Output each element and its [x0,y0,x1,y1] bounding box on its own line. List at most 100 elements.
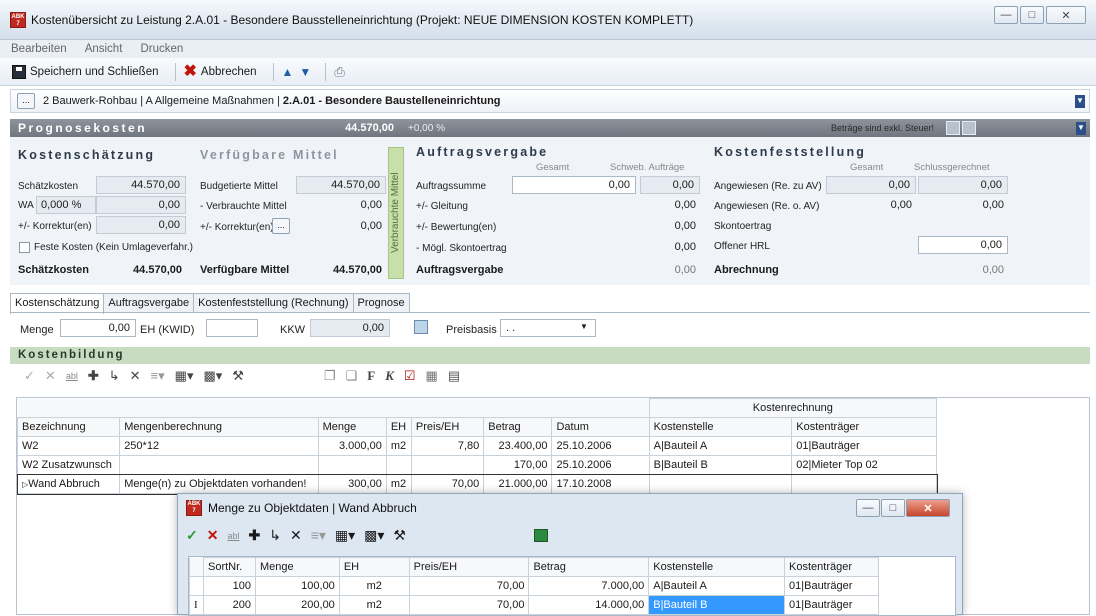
bold-f-icon[interactable]: F [367,368,375,384]
arrow-down-icon[interactable]: ▼ [299,65,311,79]
delete-icon[interactable]: ✕ [290,527,302,544]
col-menge[interactable]: Menge [317,417,387,437]
insert-icon[interactable]: ↳ [269,527,281,544]
feste-kosten-checkbox[interactable] [19,242,30,253]
tab-auftragsvergabe[interactable]: Auftragsvergabe [103,293,195,313]
cell[interactable]: B|Bauteil B [648,455,793,475]
cell[interactable] [791,474,937,494]
abl-icon[interactable]: abl [227,531,239,541]
cell[interactable]: 70,00 [408,576,530,596]
col-betrag[interactable]: Betrag [528,557,650,577]
col-menge[interactable]: Menge [254,557,340,577]
col-preis[interactable]: Preis/EH [408,557,530,577]
cell[interactable]: 300,00 [317,474,387,494]
col-kostenstelle[interactable]: Kostenstelle [648,417,793,437]
cell[interactable]: m2 [385,436,412,456]
cell[interactable]: 7,80 [410,436,485,456]
cell[interactable]: 01|Bauträger [784,595,879,615]
cell[interactable]: W2 [16,436,121,456]
checkbox-x-icon[interactable] [962,121,976,135]
close-button[interactable]: ✕ [1046,6,1086,24]
table-row[interactable]: ▷Wand Abbruch Menge(n) zu Objektdaten vor… [16,473,938,495]
cell[interactable]: 01|Bauträger [784,576,879,596]
minimize-button[interactable]: — [994,6,1018,24]
abl-icon[interactable]: abl [66,371,78,381]
grid-icon[interactable]: ▦ [426,368,438,384]
cell[interactable]: 250*12 [119,436,319,456]
table-row[interactable]: W2 250*12 3.000,00 m2 7,80 23.400,00 25.10.200… [16,436,937,456]
cell[interactable]: W2 Zusatzwunsch [16,455,121,475]
filter-icon[interactable]: ▦▾ [175,368,194,384]
menu-drucken[interactable]: Drucken [140,40,183,58]
dialog-minimize-button[interactable]: — [856,499,880,517]
chevron-down-icon[interactable]: ▼ [580,322,588,331]
col-eh[interactable]: EH [338,557,410,577]
copy-icon[interactable]: ❐ [324,368,336,384]
cell[interactable] [317,455,387,475]
table-row[interactable]: W2 Zusatzwunsch 170,00 25.10.2006 B|Bauteil… [16,455,937,475]
plus-icon[interactable]: ✚ [248,527,260,544]
cell[interactable]: A|Bauteil A [648,576,786,596]
insert-icon[interactable]: ↳ [109,368,120,384]
col-mengenberechnung[interactable]: Mengenberechnung [119,417,319,437]
cell[interactable]: 100,00 [254,576,340,596]
paste-icon[interactable]: ❏ [346,368,358,384]
cell[interactable]: 01|Bauträger [791,436,937,456]
eh-input[interactable] [206,319,258,337]
collapse-icon[interactable]: ▼ [1076,122,1086,135]
cell[interactable]: 170,00 [483,455,553,475]
cell[interactable]: 3.000,00 [317,436,387,456]
cell-selected[interactable]: B|Bauteil B [648,595,786,615]
italic-k-icon[interactable]: K [385,368,394,384]
table-row[interactable]: 100 100,00 m2 70,00 7.000,00 A|Bauteil A 01|Ba… [189,576,879,596]
calc-icon[interactable]: ▤ [448,368,460,384]
checkbox-check-icon[interactable] [946,121,960,135]
export-icon[interactable] [533,529,548,542]
cell[interactable]: A|Bauteil A [648,436,793,456]
col-kostenstelle[interactable]: Kostenstelle [648,557,786,577]
menge-input[interactable]: 0,00 [60,319,136,337]
group-icon[interactable]: ▩▾ [364,527,384,544]
sort-icon[interactable]: ≡▾ [311,527,326,544]
cell[interactable]: 70,00 [410,474,485,494]
menu-ansicht[interactable]: Ansicht [85,40,123,58]
x-icon[interactable]: ✕ [45,368,56,384]
filter-icon[interactable]: ▦▾ [335,527,355,544]
ellipsis-button[interactable]: ... [17,93,35,109]
save-close-button[interactable]: Speichern und Schließen [12,64,159,79]
check-icon[interactable]: ✓ [24,368,35,384]
cancel-button[interactable]: ✖ Abbrechen [184,63,257,79]
cell[interactable]: m2 [338,595,410,615]
cell[interactable]: 21.000,00 [483,474,553,494]
cell[interactable]: 02|Mieter Top 02 [791,455,937,475]
group-icon[interactable]: ▩▾ [203,368,222,384]
auftragssumme-input[interactable]: 0,00 [512,176,636,194]
cell[interactable]: m2 [338,576,410,596]
col-eh[interactable]: EH [385,417,412,437]
check-icon[interactable]: ✓ [186,527,198,544]
wa-pct[interactable]: 0,000 % [36,196,96,214]
cell[interactable] [410,455,485,475]
arrow-up-icon[interactable]: ▲ [282,65,294,79]
tools-icon[interactable]: ⚒ [393,527,406,544]
tab-kostenfeststellung[interactable]: Kostenfeststellung (Rechnung) [193,293,354,313]
cell[interactable] [385,455,412,475]
cell[interactable]: ▷Wand Abbruch [16,474,121,494]
maximize-button[interactable]: □ [1020,6,1044,24]
col-betrag[interactable]: Betrag [483,417,553,437]
cell[interactable]: 100 [202,576,256,596]
col-datum[interactable]: Datum [551,417,650,437]
x-icon[interactable]: ✕ [207,527,219,544]
cell[interactable]: 25.10.2006 [551,436,650,456]
cell[interactable] [119,455,319,475]
cell[interactable]: 25.10.2006 [551,455,650,475]
table-row[interactable]: I 200 200,00 m2 70,00 14.000,00 B|Bauteil B 01|… [189,595,879,615]
collapse-icon[interactable]: ▼ [1075,95,1085,108]
sort-icon[interactable]: ≡▾ [151,368,165,384]
col-bezeichnung[interactable]: Bezeichnung [16,417,121,437]
menu-bearbeiten[interactable]: Bearbeiten [11,40,67,58]
cell[interactable]: m2 [385,474,412,494]
cell[interactable] [648,474,793,494]
col-kostentraeger[interactable]: Kostenträger [791,417,937,437]
tab-kostenschaetzung[interactable]: Kostenschätzung [10,293,105,314]
